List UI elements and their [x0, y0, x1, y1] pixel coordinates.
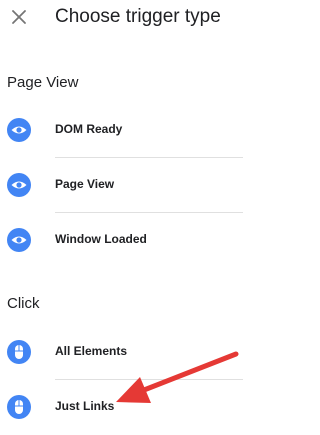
trigger-item-label: Page View	[55, 177, 115, 191]
trigger-item-window-loaded[interactable]: Window Loaded	[0, 213, 243, 268]
close-button[interactable]	[8, 6, 30, 28]
page-title: Choose trigger type	[55, 6, 221, 27]
trigger-item-label: Just Links	[55, 399, 115, 413]
trigger-item-just-links[interactable]: Just Links	[0, 380, 243, 435]
panel-header: Choose trigger type	[0, 0, 243, 38]
section-title-click: Click	[7, 295, 40, 312]
close-icon	[12, 10, 26, 24]
trigger-item-all-elements[interactable]: All Elements	[0, 325, 243, 380]
trigger-item-page-view[interactable]: Page View	[0, 158, 243, 213]
trigger-item-label: DOM Ready	[55, 122, 123, 136]
mouse-icon	[7, 395, 31, 419]
trigger-item-label: Window Loaded	[55, 232, 147, 246]
eye-icon	[7, 118, 31, 142]
mouse-icon	[7, 340, 31, 364]
eye-icon	[7, 173, 31, 197]
trigger-item-label: All Elements	[55, 344, 128, 358]
eye-icon	[7, 228, 31, 252]
section-title-page-view: Page View	[7, 74, 79, 91]
trigger-item-dom-ready[interactable]: DOM Ready	[0, 103, 243, 158]
